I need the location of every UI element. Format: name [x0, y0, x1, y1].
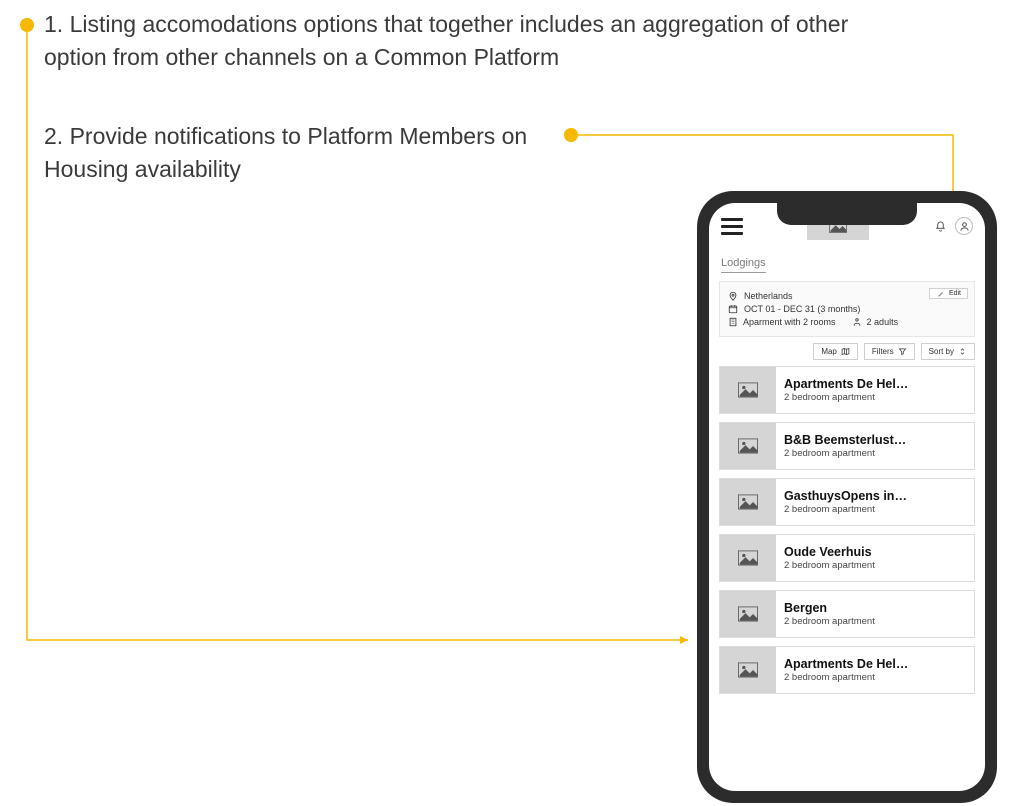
listing-card[interactable]: Apartments De Hel…2 bedroom apartment — [719, 646, 975, 694]
bullet-2 — [564, 128, 578, 142]
listing-subtitle: 2 bedroom apartment — [784, 672, 966, 683]
listing-title: GasthuysOpens in… — [784, 489, 966, 503]
listing-title: Bergen — [784, 601, 966, 615]
summary-guests: 2 adults — [867, 317, 899, 327]
annotation-1: 1. Listing accomodations options that to… — [44, 8, 884, 75]
summary-type: Aparment with 2 rooms — [743, 317, 836, 327]
edit-button[interactable]: Edit — [929, 288, 968, 299]
map-button[interactable]: Map — [813, 343, 858, 360]
listing-subtitle: 2 bedroom apartment — [784, 504, 966, 515]
listing-title: Apartments De Hel… — [784, 657, 966, 671]
phone-notch — [777, 203, 917, 225]
summary-dates: OCT 01 - DEC 31 (3 months) — [744, 304, 860, 314]
bullet-1 — [20, 18, 34, 32]
listings-column: Apartments De Hel…2 bedroom apartmentB&B… — [709, 366, 985, 694]
filters-button[interactable]: Filters — [864, 343, 915, 360]
listing-card[interactable]: Bergen2 bedroom apartment — [719, 590, 975, 638]
image-placeholder-icon — [720, 479, 776, 525]
listing-subtitle: 2 bedroom apartment — [784, 616, 966, 627]
tab-lodgings[interactable]: Lodgings — [721, 257, 766, 273]
phone-screen: Lodgings Edit Netherlands OCT 01 - DEC 3… — [709, 203, 985, 791]
listing-subtitle: 2 bedroom apartment — [784, 448, 966, 459]
search-summary: Edit Netherlands OCT 01 - DEC 31 (3 mont… — [719, 281, 975, 337]
phone-frame: Lodgings Edit Netherlands OCT 01 - DEC 3… — [697, 191, 997, 803]
map-label: Map — [821, 347, 837, 356]
bell-icon[interactable] — [933, 219, 947, 233]
listing-card[interactable]: GasthuysOpens in…2 bedroom apartment — [719, 478, 975, 526]
image-placeholder-icon — [720, 423, 776, 469]
building-icon — [728, 317, 738, 327]
image-placeholder-icon — [720, 535, 776, 581]
image-placeholder-icon — [720, 647, 776, 693]
edit-label: Edit — [949, 290, 961, 297]
filters-label: Filters — [872, 347, 894, 356]
filter-icon — [898, 347, 907, 356]
sort-icon — [958, 347, 967, 356]
annotation-2: 2. Provide notifications to Platform Mem… — [44, 120, 564, 187]
sort-label: Sort by — [929, 347, 954, 356]
listing-card[interactable]: B&B Beemsterlust…2 bedroom apartment — [719, 422, 975, 470]
summary-location: Netherlands — [744, 291, 793, 301]
listing-subtitle: 2 bedroom apartment — [784, 560, 966, 571]
person-icon — [852, 317, 862, 327]
listing-title: Apartments De Hel… — [784, 377, 966, 391]
listing-title: B&B Beemsterlust… — [784, 433, 966, 447]
listing-card[interactable]: Oude Veerhuis2 bedroom apartment — [719, 534, 975, 582]
listing-card[interactable]: Apartments De Hel…2 bedroom apartment — [719, 366, 975, 414]
image-placeholder-icon — [720, 591, 776, 637]
image-placeholder-icon — [720, 367, 776, 413]
listing-subtitle: 2 bedroom apartment — [784, 392, 966, 403]
listing-title: Oude Veerhuis — [784, 545, 966, 559]
sort-button[interactable]: Sort by — [921, 343, 975, 360]
menu-icon[interactable] — [721, 218, 743, 235]
map-icon — [841, 347, 850, 356]
calendar-icon — [728, 304, 738, 314]
pin-icon — [728, 291, 738, 301]
user-icon[interactable] — [955, 217, 973, 235]
